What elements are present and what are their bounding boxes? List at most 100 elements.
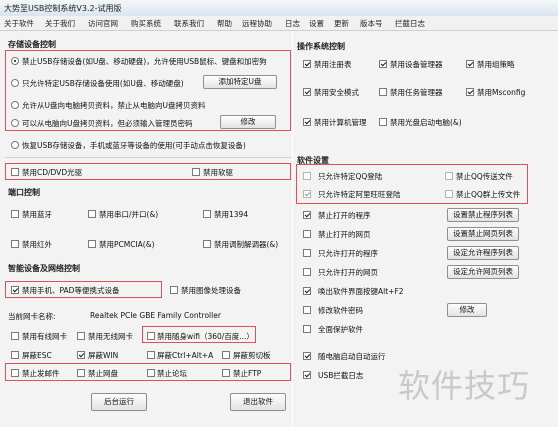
usb-intercept-log-checkbox[interactable] [303, 371, 311, 379]
radio-allow-specific-usb-label: 只允许特定USB存储设备使用(如U盘、移动硬盘) [22, 79, 184, 88]
block-email-checkbox[interactable] [11, 369, 19, 377]
block-ctrl-alt-a-checkbox[interactable] [147, 351, 155, 359]
block-qq-file-transfer-checkbox[interactable] [445, 172, 453, 180]
disable-serial-parallel-checkbox[interactable] [88, 210, 96, 218]
set-block-webpage-list-button[interactable]: 设置禁止网页列表 [447, 227, 519, 241]
menu-help[interactable]: 帮助 [217, 18, 232, 29]
disable-safe-mode-checkbox[interactable] [303, 88, 311, 96]
allow-specific-qq-checkbox[interactable] [303, 172, 311, 180]
set-allow-webpage-list-button[interactable]: 设定允许网页列表 [447, 265, 519, 279]
disable-pcmcia-label: 禁用PCMCIA(&) [99, 240, 155, 249]
disable-image-device-label: 禁用图像处理设备 [181, 286, 241, 295]
disable-registry-checkbox[interactable] [303, 60, 311, 68]
disable-group-policy-checkbox[interactable] [466, 60, 474, 68]
autostart-label: 随电脑启动自动运行 [318, 352, 386, 361]
menu-log[interactable]: 日志 [285, 18, 300, 29]
disable-cdrom-checkbox[interactable] [11, 168, 19, 176]
disable-floppy-checkbox[interactable] [192, 168, 200, 176]
usb-intercept-log-label: USB拦截日志 [318, 371, 364, 380]
hotkey-alt-f2-checkbox[interactable] [303, 287, 311, 295]
block-esc-label: 屏蔽ESC [22, 351, 52, 360]
os-title: 操作系统控制 [297, 42, 345, 51]
change-password-checkbox[interactable] [303, 306, 311, 314]
disable-portable-wifi-checkbox[interactable] [147, 332, 155, 340]
disable-bluetooth-checkbox[interactable] [11, 210, 19, 218]
add-specific-usb-button[interactable]: 添加特定U盘 [203, 75, 277, 89]
radio-usb-to-pc-only-label: 允许从U盘向电脑拷贝资料，禁止从电脑向U盘拷贝资料 [22, 101, 206, 110]
block-programs-checkbox[interactable] [303, 211, 311, 219]
block-webpages-checkbox[interactable] [303, 230, 311, 238]
menu-about-us[interactable]: 关于我们 [45, 18, 75, 29]
disable-device-manager-label: 禁用设备管理器 [390, 60, 443, 69]
radio-pc-to-usb-password[interactable] [11, 119, 19, 127]
disable-task-manager-checkbox[interactable] [379, 88, 387, 96]
allow-programs-checkbox[interactable] [303, 249, 311, 257]
disable-computer-management-checkbox[interactable] [303, 118, 311, 126]
allow-specific-wangwang-checkbox[interactable] [303, 190, 311, 198]
disable-infrared-checkbox[interactable] [11, 240, 19, 248]
disable-cd-boot-checkbox[interactable] [379, 118, 387, 126]
radio-restore-devices-label: 恢复USB存储设备，手机或蓝牙等设备的使用(可手动点击恢复设备) [22, 141, 246, 150]
block-esc-checkbox[interactable] [11, 351, 19, 359]
menu-about-software[interactable]: 关于软件 [4, 18, 34, 29]
change-password-label: 修改软件密码 [318, 306, 363, 315]
full-protection-checkbox[interactable] [303, 325, 311, 333]
disable-cd-boot-label: 禁用光盘启动电脑(&) [390, 118, 462, 127]
disable-wireless-nic-label: 禁用无线网卡 [88, 332, 133, 341]
autostart-checkbox[interactable] [303, 352, 311, 360]
modify-password-button[interactable]: 修改 [220, 115, 276, 129]
block-forum-checkbox[interactable] [147, 369, 155, 377]
disable-image-device-checkbox[interactable] [170, 286, 178, 294]
allow-specific-qq-label: 只允许特定QQ登陆 [318, 172, 383, 181]
disable-wired-nic-checkbox[interactable] [11, 332, 19, 340]
menu-settings[interactable]: 设置 [309, 18, 324, 29]
menu-contact[interactable]: 联系我们 [174, 18, 204, 29]
exit-button[interactable]: 退出软件 [230, 393, 286, 411]
block-email-label: 禁止发邮件 [22, 369, 60, 378]
disable-msconfig-label: 禁用Msconfig [477, 88, 526, 97]
set-allow-program-list-button[interactable]: 设定允许程序列表 [447, 246, 519, 260]
title-bar: 大势至USB控制系统V3.2-试用版 [0, 0, 558, 17]
block-netdisk-checkbox[interactable] [77, 369, 85, 377]
smart-title: 智能设备及网络控制 [8, 264, 80, 273]
radio-restore-devices[interactable] [11, 141, 19, 149]
disable-pcmcia-checkbox[interactable] [88, 240, 96, 248]
radio-block-usb-storage[interactable] [11, 57, 19, 65]
disable-modem-checkbox[interactable] [203, 240, 211, 248]
radio-usb-to-pc-only[interactable] [11, 101, 19, 109]
divider [5, 157, 291, 158]
disable-1394-label: 禁用1394 [214, 210, 249, 219]
set-block-program-list-button[interactable]: 设置禁止程序列表 [447, 208, 519, 222]
block-ftp-checkbox[interactable] [222, 369, 230, 377]
menu-buy[interactable]: 购买系统 [131, 18, 161, 29]
menu-intercept-log[interactable]: 拦截日志 [395, 18, 425, 29]
allow-webpages-checkbox[interactable] [303, 268, 311, 276]
disable-group-policy-label: 禁用组策略 [477, 60, 515, 69]
radio-allow-specific-usb[interactable] [11, 79, 19, 87]
disable-1394-checkbox[interactable] [203, 210, 211, 218]
disable-safe-mode-label: 禁用安全模式 [314, 88, 359, 97]
nic-value: Realtek PCIe GBE Family Controller [90, 311, 221, 320]
disable-cdrom-label: 禁用CD/DVD光驱 [22, 168, 83, 177]
disable-phone-checkbox[interactable] [11, 286, 19, 294]
disable-phone-label: 禁用手机、PAD等便携式设备 [22, 286, 120, 295]
change-password-button[interactable]: 修改 [447, 303, 487, 317]
ports-title: 端口控制 [8, 188, 40, 197]
block-webpages-label: 禁止打开的网页 [318, 230, 371, 239]
allow-webpages-label: 只允许打开的网页 [318, 268, 378, 277]
block-qq-group-upload-checkbox[interactable] [445, 190, 453, 198]
menu-visit-site[interactable]: 访问官网 [88, 18, 118, 29]
background-run-button[interactable]: 后台运行 [91, 393, 147, 411]
menu-remote-assist[interactable]: 远程协助 [242, 18, 272, 29]
disable-msconfig-checkbox[interactable] [466, 88, 474, 96]
menu-update[interactable]: 更新 [334, 18, 349, 29]
block-clipboard-checkbox[interactable] [222, 351, 230, 359]
disable-wireless-nic-checkbox[interactable] [77, 332, 85, 340]
block-qq-group-upload-label: 禁止QQ群上传文件 [456, 190, 521, 199]
block-netdisk-label: 禁止网盘 [88, 369, 118, 378]
hotkey-alt-f2-label: 唤出软件界面按键Alt+F2 [318, 287, 404, 296]
menu-version[interactable]: 版本号 [360, 18, 383, 29]
disable-device-manager-checkbox[interactable] [379, 60, 387, 68]
block-win-checkbox[interactable] [77, 351, 85, 359]
disable-registry-label: 禁用注册表 [314, 60, 352, 69]
